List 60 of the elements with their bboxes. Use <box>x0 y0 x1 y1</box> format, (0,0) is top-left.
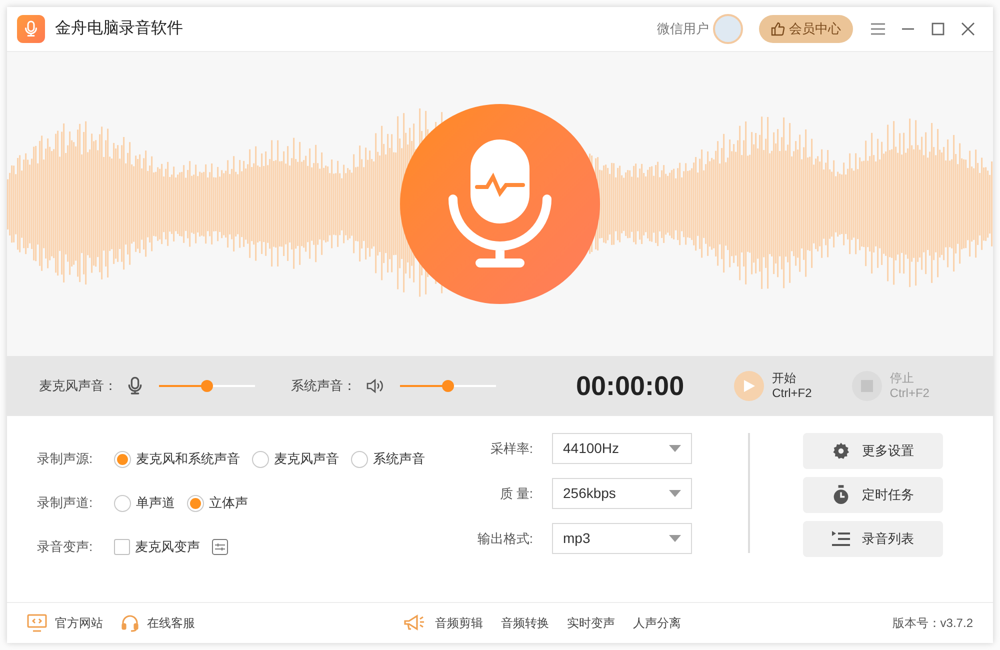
monitor-icon <box>27 614 47 632</box>
slider-thumb[interactable] <box>201 380 213 392</box>
microphone-icon <box>22 20 40 38</box>
play-icon <box>742 379 756 393</box>
action-button[interactable]: 定时任务 <box>803 477 943 513</box>
radio-button[interactable] <box>351 450 368 468</box>
volume-slider[interactable] <box>400 379 496 393</box>
radio-option[interactable]: 系统声音 <box>351 449 425 469</box>
setting-label: 录制声道: <box>37 494 94 512</box>
voice-change-checkbox[interactable]: 麦克风变声 <box>114 537 200 557</box>
megaphone-icon <box>403 613 425 633</box>
close-icon[interactable] <box>959 20 977 38</box>
list-icon <box>832 531 850 547</box>
start-button[interactable]: 开始 Ctrl+F2 <box>734 371 812 401</box>
headset-icon <box>121 614 139 632</box>
user-name: 微信用户 <box>657 20 709 38</box>
tool-link[interactable]: 音频剪辑 <box>435 614 483 632</box>
caret-icon <box>669 490 681 497</box>
setting-label: 录制声源: <box>37 450 94 468</box>
dropdown-select[interactable]: mp3 <box>552 523 692 554</box>
checkbox[interactable] <box>114 539 130 555</box>
volume-label: 系统声音： <box>291 377 356 396</box>
window-title: 金舟电脑录音软件 <box>55 18 183 39</box>
slider-thumb[interactable] <box>442 380 454 392</box>
radio-button[interactable] <box>114 494 131 512</box>
radio-option[interactable]: 麦克风和系统声音 <box>114 449 240 469</box>
select-label: 输出格式: <box>476 530 533 548</box>
radio-button[interactable] <box>252 450 269 468</box>
footer-link[interactable]: 在线客服 <box>121 614 195 632</box>
radio-option[interactable]: 麦克风声音 <box>252 449 339 469</box>
stop-icon <box>860 380 873 392</box>
user-avatar[interactable] <box>713 14 743 44</box>
volume-label: 麦克风声音： <box>39 377 117 396</box>
stopwatch-icon <box>832 485 850 505</box>
caret-icon <box>669 535 681 542</box>
action-button[interactable]: 更多设置 <box>803 433 943 469</box>
maximize-icon[interactable] <box>929 20 947 38</box>
gear-icon <box>832 442 850 460</box>
radio-option[interactable]: 立体声 <box>187 493 248 513</box>
volume-slider[interactable] <box>159 379 255 393</box>
radio-button[interactable] <box>187 494 204 512</box>
radio-option[interactable]: 单声道 <box>114 493 175 513</box>
radio-button[interactable] <box>114 450 131 468</box>
dropdown-select[interactable]: 44100Hz <box>552 433 692 464</box>
select-label: 采样率: <box>489 440 533 458</box>
select-label: 质 量: <box>498 484 533 503</box>
speaker-icon <box>364 376 386 396</box>
footer-link[interactable]: 官方网站 <box>27 614 103 632</box>
tool-link[interactable]: 人声分离 <box>633 614 681 632</box>
vip-center-button[interactable]: 会员中心 <box>759 15 853 43</box>
dropdown-select[interactable]: 256kbps <box>552 478 692 509</box>
caret-icon <box>669 445 681 452</box>
version-label: 版本号：v3.7.2 <box>892 615 973 632</box>
tool-link[interactable]: 音频转换 <box>501 614 549 632</box>
recording-timer: 00:00:00 <box>576 370 684 403</box>
tool-link[interactable]: 实时变声 <box>567 614 615 632</box>
sliders-icon[interactable] <box>212 539 228 555</box>
action-button[interactable]: 录音列表 <box>803 521 943 557</box>
setting-label: 录音变声: <box>37 538 94 556</box>
thumbs-up-icon <box>771 22 785 36</box>
